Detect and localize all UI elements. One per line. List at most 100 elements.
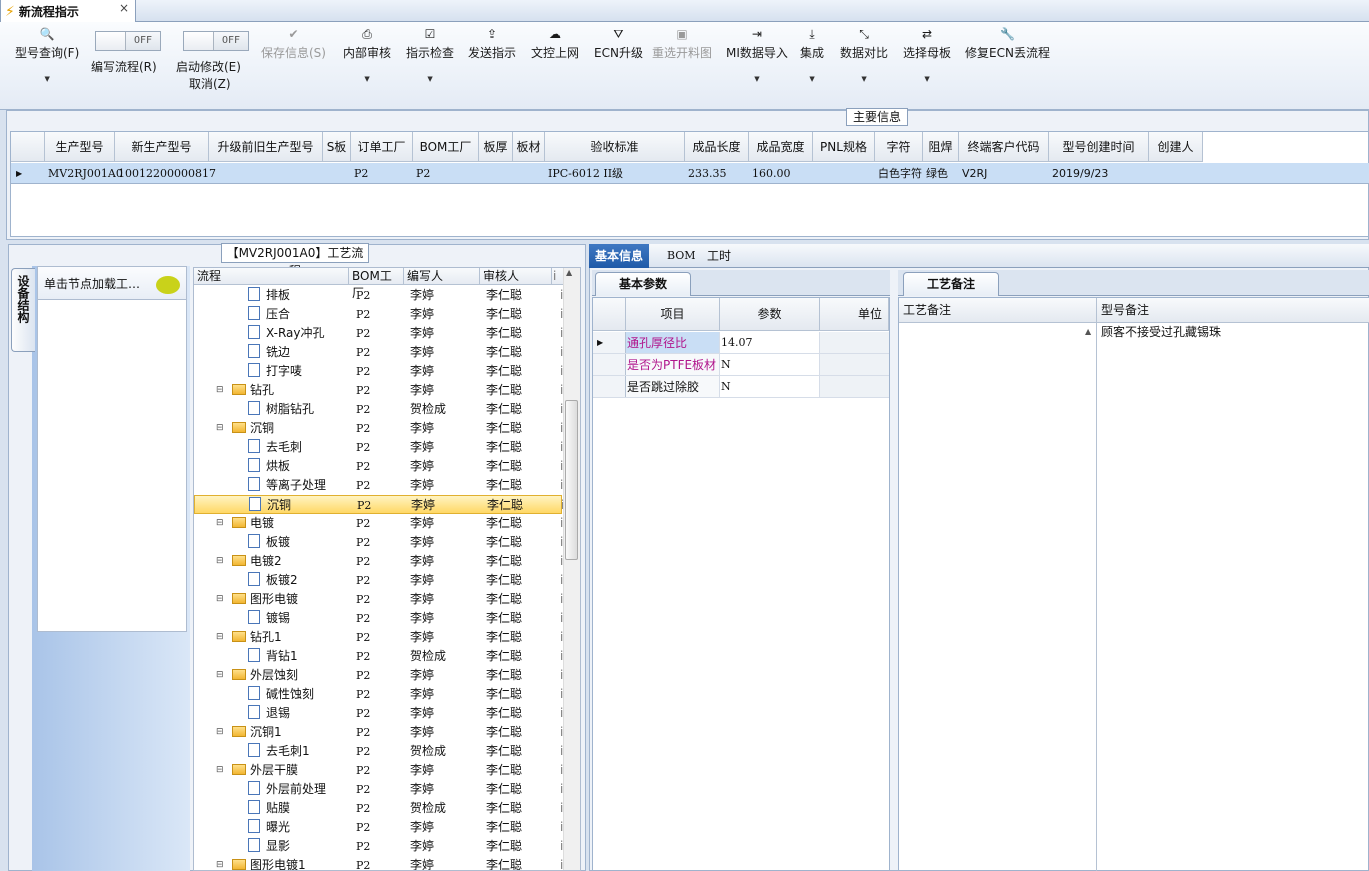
tree-node[interactable]: 背钻1 P2 贺检成 李仁聪 i — [194, 647, 563, 666]
toolbar-button-4[interactable]: ⇪ 发送指示 — [468, 26, 516, 61]
tree-node[interactable]: 排板 P2 李婷 李仁聪 i — [194, 286, 563, 305]
toolbar-button-10[interactable]: ⤡ 数据对比 ▼ — [840, 26, 888, 83]
tree-node[interactable]: 外层前处理 P2 李婷 李仁聪 i — [194, 780, 563, 799]
main-col-header[interactable]: 板材 — [513, 132, 545, 162]
collapse-icon[interactable]: ⊟ — [216, 590, 224, 609]
toolbar-button-3[interactable]: ☑ 指示检查 ▼ — [406, 26, 454, 83]
tree-node[interactable]: ⊟ 沉铜1 P2 李婷 李仁聪 i — [194, 723, 563, 742]
param-value[interactable]: 14.07 — [721, 332, 753, 354]
main-cell[interactable]: 10012200000817 — [115, 163, 216, 184]
tree-node[interactable]: 树脂钻孔 P2 贺检成 李仁聪 i — [194, 400, 563, 419]
toolbar-button-0[interactable]: 🔍 型号查询(F) ▼ — [15, 26, 79, 83]
toolbar-button-7[interactable]: ▣ 重选开料图 — [652, 26, 712, 61]
main-cell[interactable]: 绿色 — [923, 163, 959, 184]
main-cell[interactable]: P2 — [413, 163, 479, 184]
process-remark-textarea[interactable] — [899, 323, 1097, 871]
chevron-down-icon[interactable]: ▼ — [406, 75, 454, 83]
model-remark-text[interactable]: 顾客不接受过孔藏锡珠 — [1101, 323, 1221, 341]
close-icon[interactable]: × — [119, 1, 129, 15]
node-list[interactable] — [37, 266, 187, 632]
tree-scrollbar-thumb[interactable] — [565, 400, 578, 560]
collapse-icon[interactable]: ⊟ — [216, 723, 224, 742]
scroll-up-icon[interactable]: ▲ — [566, 268, 572, 277]
tree-col-process[interactable]: 流程 — [194, 268, 349, 285]
tree-node[interactable]: 沉铜P2李婷李仁聪i — [194, 495, 564, 514]
main-col-header[interactable]: S板 — [323, 132, 351, 162]
tree-col-writer[interactable]: 编写人 — [404, 268, 480, 285]
main-col-header[interactable]: 创建人 — [1149, 132, 1203, 162]
main-cell[interactable] — [323, 163, 351, 184]
params-col-value[interactable]: 参数 — [720, 298, 820, 331]
tree-node[interactable]: 铣边 P2 李婷 李仁聪 i — [194, 343, 563, 362]
params-col-unit[interactable]: 单位 — [820, 298, 889, 331]
tree-node[interactable]: 镀锡 P2 李婷 李仁聪 i — [194, 609, 563, 628]
collapse-icon[interactable]: ⊟ — [216, 419, 224, 438]
tree-node[interactable]: ⊟ 钻孔 P2 李婷 李仁聪 i — [194, 381, 563, 400]
param-row[interactable]: ▶ 通孔厚径比 14.07 — [593, 332, 889, 354]
tree-node[interactable]: 打字唛 P2 李婷 李仁聪 i — [194, 362, 563, 381]
toolbar-button-5[interactable]: ☁ 文控上网 — [531, 26, 579, 61]
main-cell[interactable]: P2 — [351, 163, 413, 184]
toolbar-button-1[interactable]: ✔ 保存信息(S) — [261, 26, 326, 61]
chevron-down-icon[interactable]: ▼ — [800, 75, 824, 83]
param-row[interactable]: 是否为PTFE板材 N — [593, 354, 889, 376]
param-value[interactable]: N — [721, 354, 731, 376]
main-col-header[interactable]: 验收标准 — [545, 132, 685, 162]
write-process-switch[interactable]: OFF — [95, 31, 161, 51]
param-value[interactable]: N — [721, 376, 731, 398]
param-row[interactable]: 是否跳过除胶 N — [593, 376, 889, 398]
chat-bubble-icon[interactable] — [156, 276, 180, 294]
main-cell[interactable] — [1149, 163, 1203, 184]
tab-bom[interactable]: BOM — [661, 244, 702, 268]
main-col-header[interactable]: 阻焊 — [923, 132, 959, 162]
main-col-header[interactable]: 订单工厂 — [351, 132, 413, 162]
collapse-icon[interactable]: ⊟ — [216, 514, 224, 533]
param-value-cell[interactable] — [720, 354, 820, 375]
tree-node[interactable]: ⊟ 钻孔1 P2 李婷 李仁聪 i — [194, 628, 563, 647]
main-col-header[interactable]: 升级前旧生产型号 — [209, 132, 323, 162]
tree-node[interactable]: ⊟ 图形电镀1 P2 李婷 李仁聪 i — [194, 856, 563, 870]
collapse-icon[interactable]: ⊟ — [216, 381, 224, 400]
chevron-down-icon[interactable]: ▼ — [903, 75, 951, 83]
main-cell[interactable]: 160.00 — [749, 163, 813, 184]
main-cell[interactable] — [209, 163, 323, 184]
tree-scrollbar[interactable] — [563, 268, 580, 870]
main-cell[interactable]: MV2RJ001A0 — [45, 163, 123, 184]
tree-col-bom[interactable]: BOM工厂 — [349, 268, 404, 300]
tree-node[interactable]: 退锡 P2 李婷 李仁聪 i — [194, 704, 563, 723]
chevron-down-icon[interactable]: ▼ — [343, 75, 391, 83]
main-col-header[interactable]: 成品宽度 — [749, 132, 813, 162]
toolbar-button-12[interactable]: 🔧 修复ECN丢流程 — [965, 26, 1050, 61]
toolbar-button-8[interactable]: ⇥ MI数据导入 ▼ — [726, 26, 788, 83]
main-cell[interactable] — [813, 163, 875, 184]
chevron-down-icon[interactable]: ▼ — [840, 75, 888, 83]
toolbar-button-6[interactable]: ⛛ ECN升级 — [594, 26, 643, 61]
tree-node[interactable]: 曝光 P2 李婷 李仁聪 i — [194, 818, 563, 837]
document-tab[interactable]: ⚡ 新流程指示 × — [0, 0, 136, 23]
tree-node[interactable]: 等离子处理 P2 李婷 李仁聪 i — [194, 476, 563, 495]
tab-basic-info[interactable]: 基本信息 — [589, 244, 650, 268]
tree-node[interactable]: X-Ray冲孔 P2 李婷 李仁聪 i — [194, 324, 563, 343]
tree-node[interactable]: ⊟ 图形电镀 P2 李婷 李仁聪 i — [194, 590, 563, 609]
tree-node[interactable]: 显影 P2 李婷 李仁聪 i — [194, 837, 563, 856]
tree-node[interactable]: 板镀 P2 李婷 李仁聪 i — [194, 533, 563, 552]
main-cell[interactable]: 2019/9/23 — [1049, 163, 1149, 184]
chevron-down-icon[interactable]: ▼ — [726, 75, 788, 83]
tree-node[interactable]: 贴膜 P2 贺检成 李仁聪 i — [194, 799, 563, 818]
main-col-header[interactable]: PNL规格 — [813, 132, 875, 162]
param-value-cell[interactable] — [720, 376, 820, 397]
main-cell[interactable]: 白色字符 — [875, 163, 923, 184]
tab-work-hours[interactable]: 工时 — [701, 244, 737, 268]
main-cell[interactable]: 233.35 — [685, 163, 749, 184]
main-col-header[interactable]: BOM工厂 — [413, 132, 479, 162]
equipment-structure-tab[interactable]: 设备结构 — [11, 268, 35, 352]
tree-node[interactable]: 板镀2 P2 李婷 李仁聪 i — [194, 571, 563, 590]
tree-node[interactable]: 压合 P2 李婷 李仁聪 i — [194, 305, 563, 324]
collapse-icon[interactable]: ⊟ — [216, 552, 224, 571]
main-cell[interactable]: V2RJ — [959, 163, 1049, 184]
main-cell[interactable] — [513, 163, 545, 184]
params-col-item[interactable]: 项目 — [626, 298, 720, 331]
scroll-up-icon[interactable]: ▲ — [1085, 327, 1091, 336]
main-col-header[interactable]: 板厚 — [479, 132, 513, 162]
main-col-header[interactable]: 型号创建时间 — [1049, 132, 1149, 162]
